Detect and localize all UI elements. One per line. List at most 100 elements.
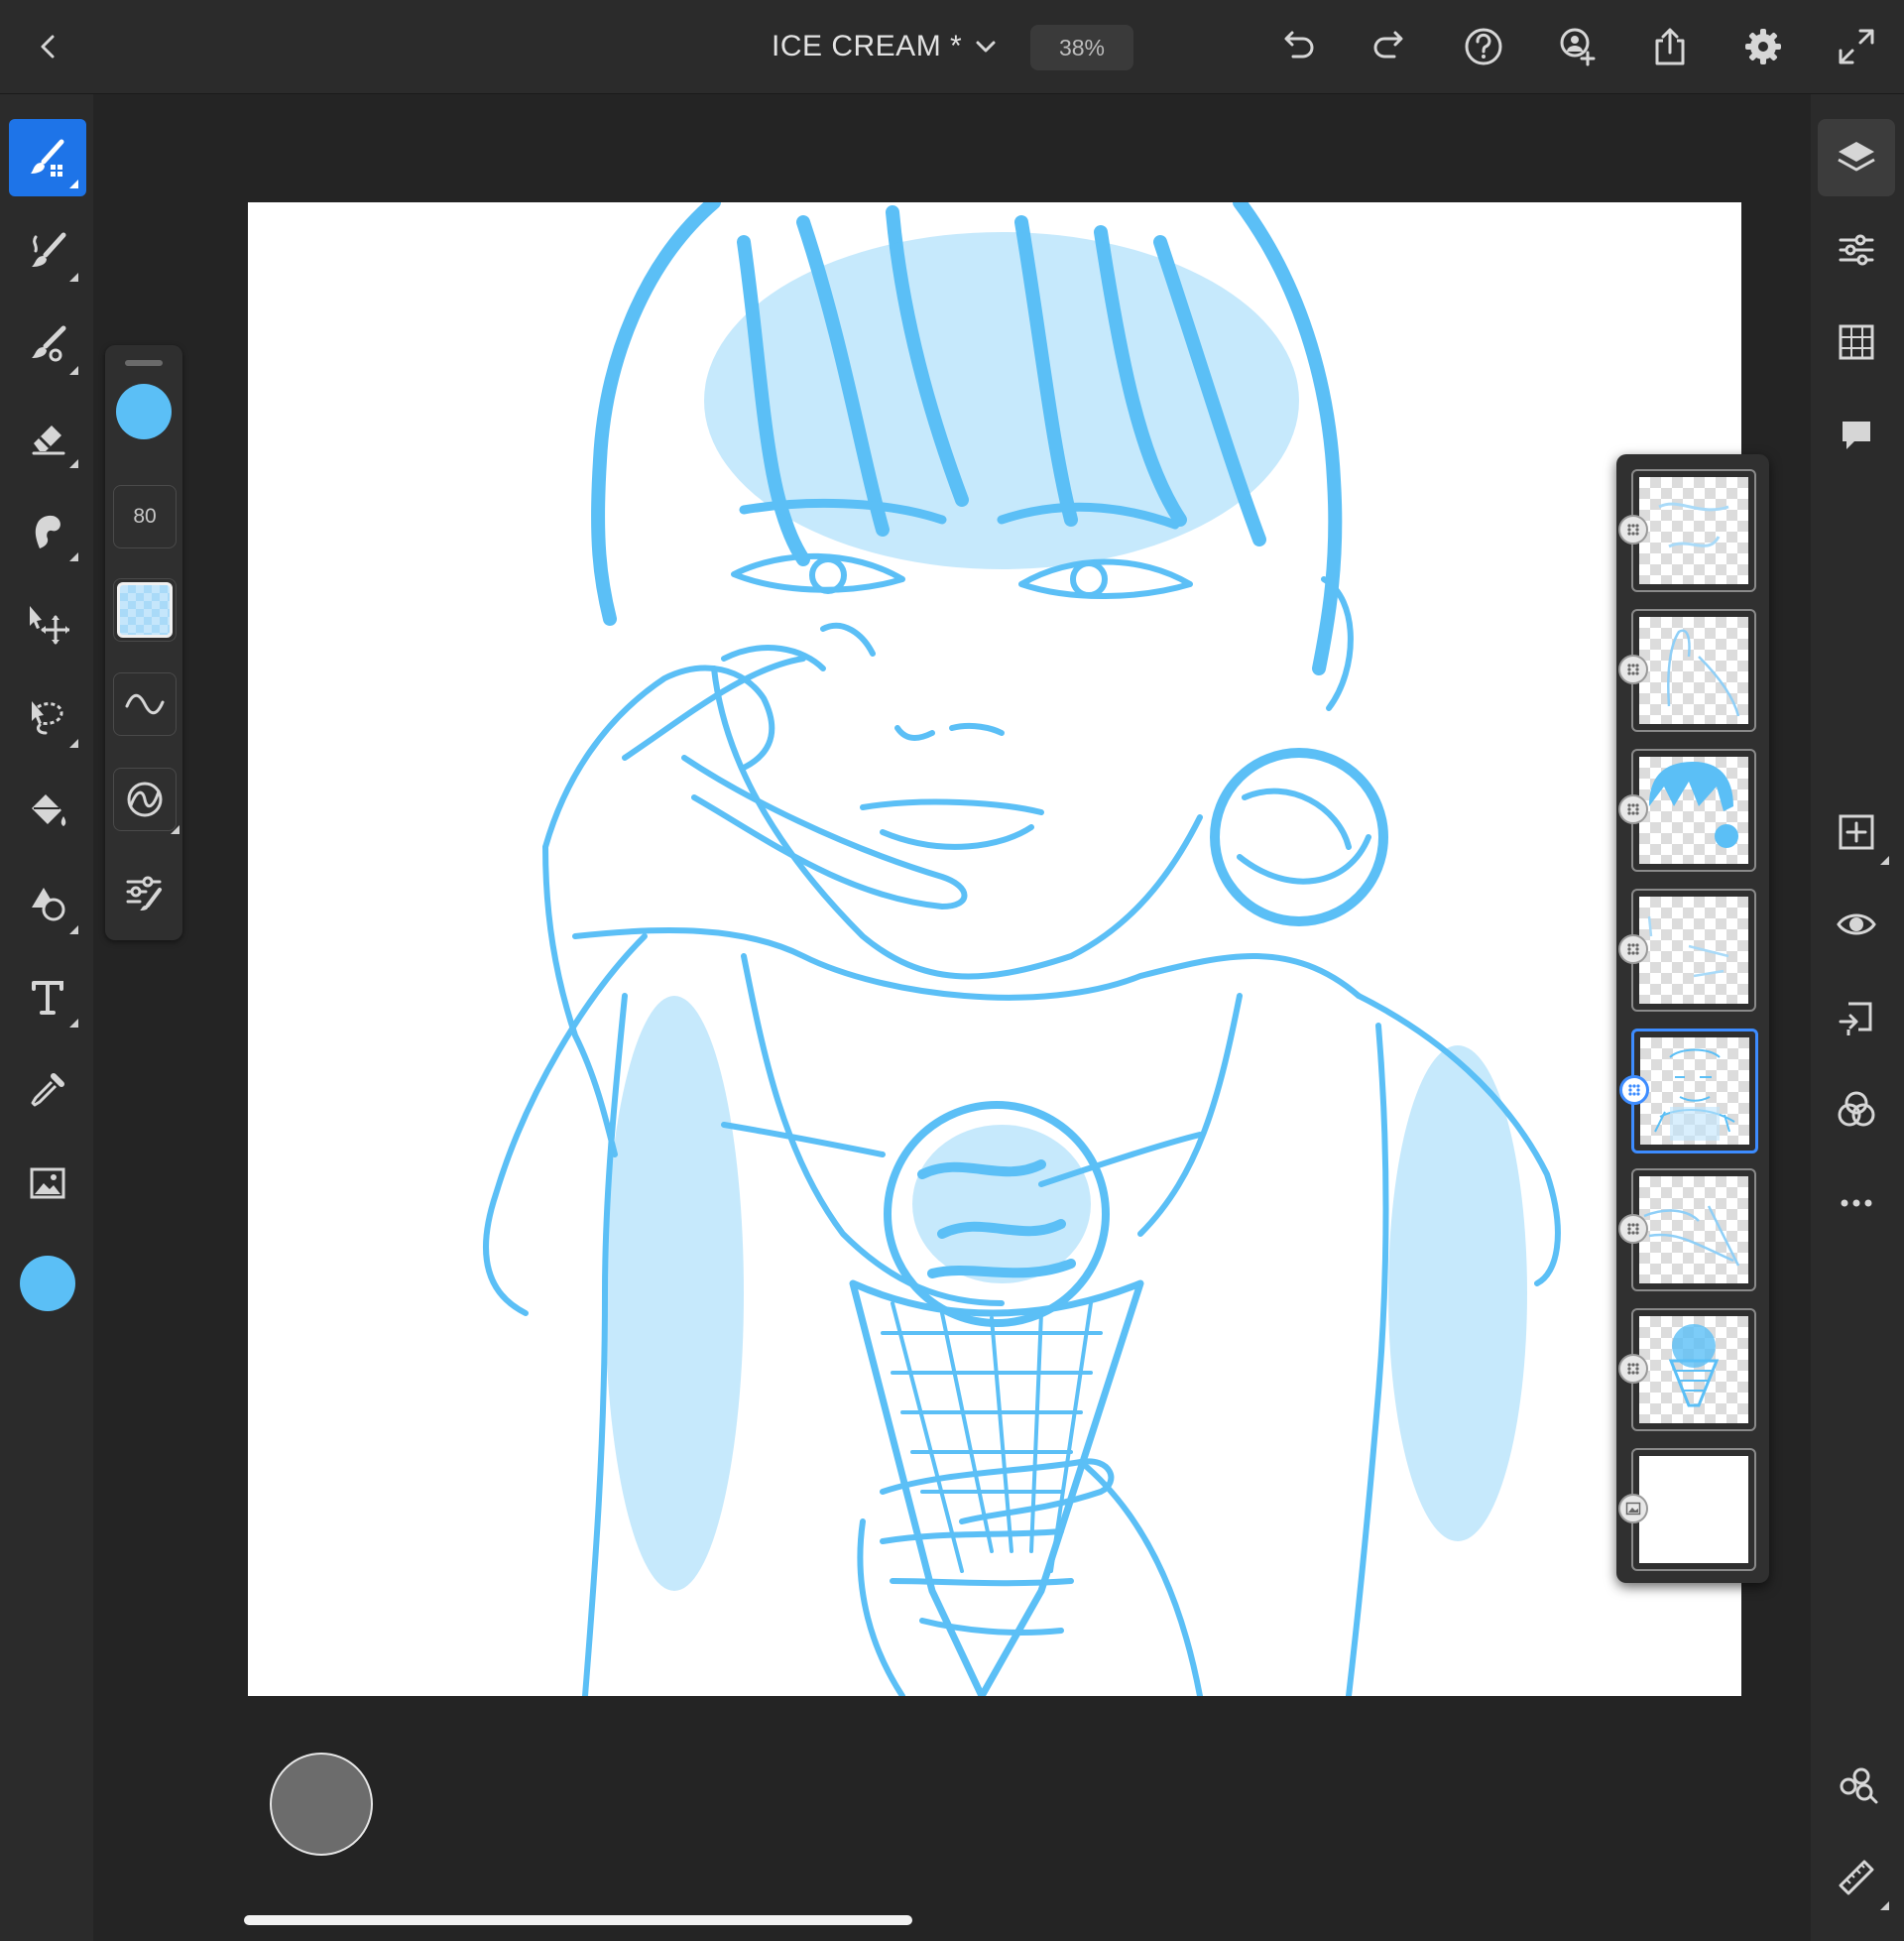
undo-button[interactable] bbox=[1272, 22, 1322, 71]
layer-drag-handle[interactable] bbox=[1619, 1075, 1649, 1105]
grid-icon bbox=[1835, 320, 1878, 364]
ruler-icon bbox=[1835, 1856, 1878, 1899]
layer-thumbnail[interactable] bbox=[1618, 749, 1756, 872]
blend-mode-button[interactable] bbox=[1818, 1071, 1895, 1149]
eraser-tool[interactable] bbox=[9, 399, 86, 476]
background-layer-icon[interactable] bbox=[1618, 1494, 1648, 1523]
eyedropper-tool[interactable] bbox=[9, 1051, 86, 1129]
layer-preview bbox=[1639, 897, 1748, 1004]
invite-icon bbox=[1555, 25, 1599, 68]
add-layer-button[interactable] bbox=[1818, 793, 1895, 871]
flow-icon bbox=[123, 682, 167, 726]
ruler-button[interactable] bbox=[1818, 1839, 1895, 1916]
visibility-button[interactable] bbox=[1818, 886, 1895, 963]
layer-thumbnail[interactable] bbox=[1618, 609, 1756, 732]
eraser-icon bbox=[26, 416, 69, 459]
live-brush-tool[interactable] bbox=[9, 212, 86, 290]
current-color-swatch bbox=[20, 1256, 75, 1311]
fullscreen-icon bbox=[1835, 25, 1878, 68]
shapes-tool[interactable] bbox=[9, 865, 86, 942]
brush-size-field[interactable]: 80 bbox=[113, 485, 177, 548]
layer-drag-handle[interactable] bbox=[1618, 794, 1648, 824]
layer-drag-handle[interactable] bbox=[1618, 655, 1648, 684]
blend-icon bbox=[1835, 1088, 1878, 1132]
livestream-button[interactable] bbox=[1818, 1746, 1895, 1823]
help-button[interactable] bbox=[1459, 22, 1508, 71]
text-tool[interactable] bbox=[9, 958, 86, 1035]
share-button[interactable] bbox=[1645, 22, 1695, 71]
layer-thumbnail-active[interactable] bbox=[1619, 1029, 1758, 1153]
layer-drag-handle[interactable] bbox=[1618, 934, 1648, 964]
lasso-icon bbox=[26, 695, 69, 739]
chevron-down-icon bbox=[973, 34, 999, 60]
undo-icon bbox=[1275, 25, 1319, 68]
vector-brush-icon bbox=[26, 322, 69, 366]
panel-drag-handle[interactable] bbox=[125, 360, 163, 366]
invite-button[interactable] bbox=[1552, 22, 1602, 71]
drawing-canvas[interactable] bbox=[248, 202, 1741, 1696]
layers-button[interactable] bbox=[1818, 119, 1895, 196]
artwork-sketch bbox=[483, 202, 1561, 1696]
layer-preview bbox=[1639, 477, 1748, 584]
layer-thumbnail[interactable] bbox=[1618, 1168, 1756, 1291]
layer-preview bbox=[1639, 617, 1748, 724]
merge-down-button[interactable] bbox=[1818, 979, 1895, 1056]
zoom-level[interactable]: 38% bbox=[1030, 25, 1133, 70]
brush-settings-button[interactable] bbox=[113, 861, 175, 922]
pixel-brush-tool[interactable] bbox=[9, 119, 86, 196]
back-button[interactable] bbox=[24, 22, 73, 71]
layer-drag-handle[interactable] bbox=[1618, 515, 1648, 545]
lasso-tool[interactable] bbox=[9, 678, 86, 756]
visibility-icon bbox=[1835, 903, 1878, 946]
fill-tool[interactable] bbox=[9, 772, 86, 849]
layer-thumbnail[interactable] bbox=[1618, 469, 1756, 592]
background-layer-thumbnail[interactable] bbox=[1618, 1448, 1756, 1571]
color-picker-button[interactable] bbox=[9, 1245, 86, 1322]
brush-settings-icon bbox=[122, 870, 166, 913]
brush-smoothing-button[interactable] bbox=[113, 768, 179, 834]
layer-thumbnail[interactable] bbox=[1618, 889, 1756, 1012]
fullscreen-button[interactable] bbox=[1832, 22, 1881, 71]
more-options-button[interactable] bbox=[1818, 1164, 1895, 1242]
document-menu-button[interactable] bbox=[961, 22, 1011, 71]
layer-thumbnail[interactable] bbox=[1618, 1308, 1756, 1431]
livestream-icon bbox=[1835, 1762, 1878, 1806]
grid-button[interactable] bbox=[1818, 303, 1895, 381]
eyedropper-icon bbox=[26, 1068, 69, 1112]
image-tool[interactable] bbox=[9, 1145, 86, 1222]
layer-properties-button[interactable] bbox=[1818, 211, 1895, 289]
back-icon bbox=[34, 32, 63, 61]
fill-icon bbox=[26, 789, 69, 832]
vector-brush-tool[interactable] bbox=[9, 305, 86, 383]
help-icon bbox=[1462, 25, 1505, 68]
document-title[interactable]: ICE CREAM * bbox=[772, 30, 962, 63]
share-icon bbox=[1648, 25, 1692, 68]
smudge-icon bbox=[26, 509, 69, 552]
brush-flow-button[interactable] bbox=[113, 672, 177, 736]
more-icon bbox=[1835, 1181, 1878, 1225]
brush-opacity-button[interactable] bbox=[113, 578, 177, 642]
text-icon bbox=[26, 975, 69, 1019]
brush-preview-circle bbox=[270, 1753, 373, 1856]
add-layer-icon bbox=[1835, 810, 1878, 854]
layer-properties-icon bbox=[1835, 228, 1878, 272]
layers-icon bbox=[1835, 136, 1878, 180]
brush-size-value: 80 bbox=[133, 505, 157, 528]
settings-icon bbox=[1741, 25, 1785, 68]
shapes-icon bbox=[26, 882, 69, 925]
smudge-tool[interactable] bbox=[9, 492, 86, 569]
settings-button[interactable] bbox=[1738, 22, 1788, 71]
merge-icon bbox=[1835, 996, 1878, 1039]
brush-properties-panel: 80 bbox=[105, 345, 182, 940]
layer-drag-handle[interactable] bbox=[1618, 1214, 1648, 1244]
layer-preview bbox=[1639, 1316, 1748, 1423]
brush-color-button[interactable] bbox=[113, 381, 175, 442]
layer-drag-handle[interactable] bbox=[1618, 1354, 1648, 1384]
redo-button[interactable] bbox=[1366, 22, 1415, 71]
comments-icon bbox=[1835, 414, 1878, 457]
comments-button[interactable] bbox=[1818, 397, 1895, 474]
transform-icon bbox=[26, 602, 69, 646]
layers-panel bbox=[1616, 454, 1769, 1583]
top-bar: ICE CREAM * 38% bbox=[0, 0, 1904, 94]
transform-tool[interactable] bbox=[9, 585, 86, 663]
